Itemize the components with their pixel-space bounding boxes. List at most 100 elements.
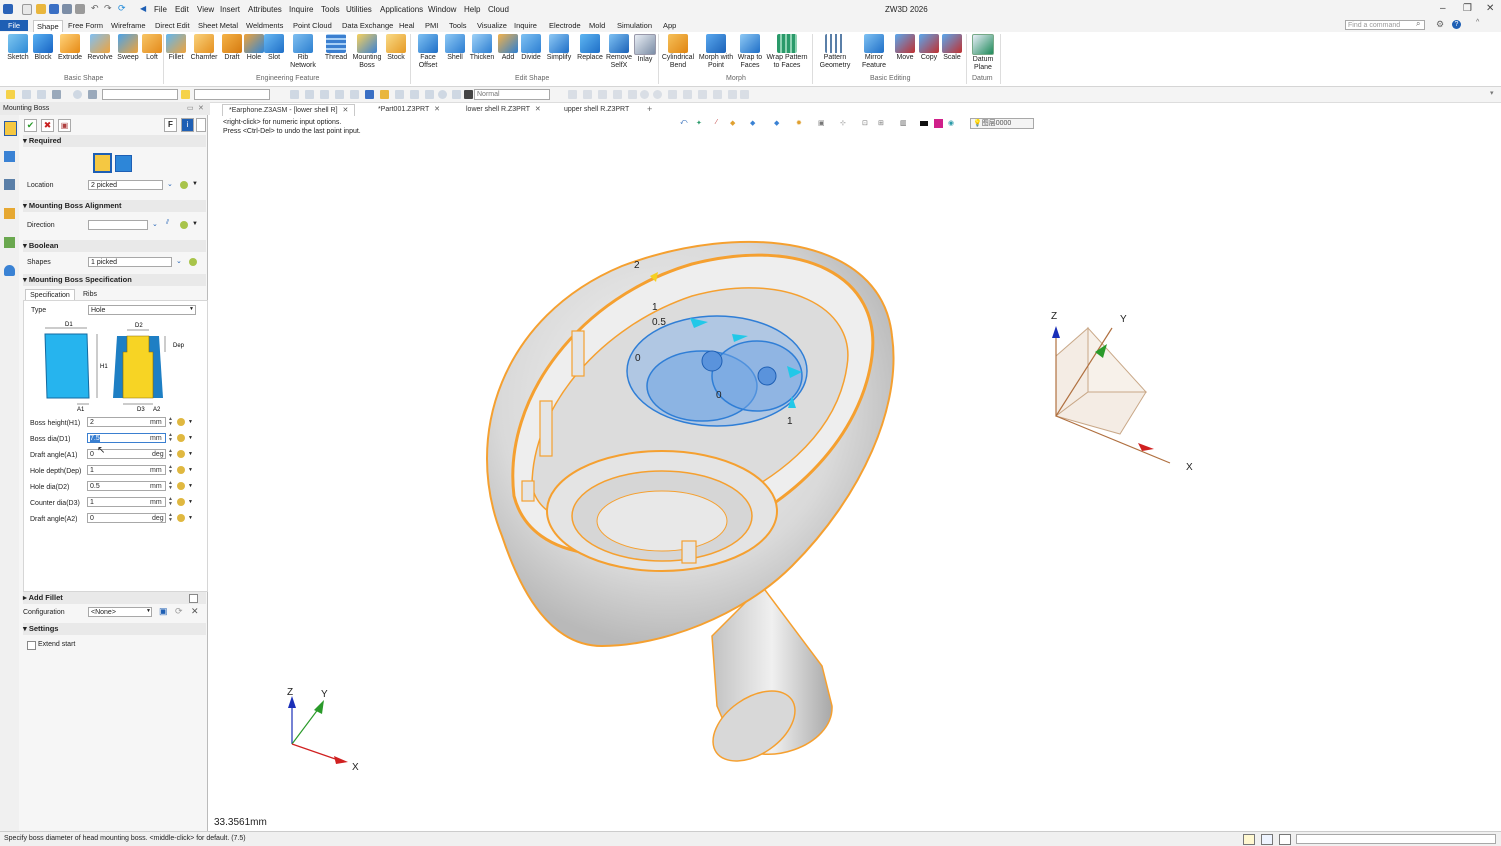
panel-toggle-icon[interactable]: ▾ [1490, 89, 1494, 97]
layout-icon-1[interactable] [1243, 834, 1255, 845]
filter-icon[interactable] [88, 90, 97, 99]
curve-icon-7[interactable] [683, 90, 692, 99]
menu-edit[interactable]: Edit [175, 5, 189, 14]
menu-file[interactable]: File [154, 5, 167, 14]
level-select[interactable] [194, 89, 270, 100]
tab-visualize[interactable]: Visualize [474, 20, 510, 31]
new-tab-icon[interactable]: + [647, 104, 652, 114]
pick-icon[interactable] [177, 482, 185, 490]
dropdown-icon[interactable]: ▼ [192, 221, 198, 227]
view-tool-icon[interactable]: ✦ [696, 119, 702, 127]
morph-with-point-button[interactable]: Morph with Point [697, 34, 735, 70]
snap-icon-7[interactable] [380, 90, 389, 99]
assembly-tree-icon[interactable] [4, 179, 15, 190]
select-arrow-icon[interactable] [6, 90, 15, 99]
tab-file[interactable]: File [0, 20, 28, 31]
spin-down-icon[interactable]: ▼ [168, 422, 173, 427]
pick-icon[interactable] [177, 466, 185, 474]
curve-icon-10[interactable] [728, 90, 737, 99]
panel-pin-icon[interactable]: ▭ [187, 102, 194, 115]
close-icon[interactable]: ✕ [434, 106, 440, 113]
curve-icon-4[interactable] [613, 90, 622, 99]
direction-field[interactable] [88, 220, 148, 230]
slot-button[interactable]: Slot [264, 34, 284, 62]
tab-wireframe[interactable]: Wireframe [108, 20, 149, 31]
tab-data-exchange[interactable]: Data Exchange [339, 20, 396, 31]
extend-start-checkbox[interactable] [27, 641, 36, 650]
menu-cloud[interactable]: Cloud [488, 5, 509, 14]
open-file-icon[interactable] [36, 4, 46, 14]
history-tree-icon[interactable] [4, 151, 15, 162]
replace-button[interactable]: Replace [576, 34, 604, 62]
close-icon[interactable]: ✕ [343, 107, 349, 114]
loft-button[interactable]: Loft [141, 34, 163, 62]
menu-help[interactable]: Help [464, 5, 480, 14]
color-swatch-magenta[interactable] [934, 119, 943, 128]
block-button[interactable]: Block [31, 34, 55, 62]
history-icon[interactable] [438, 90, 447, 99]
fillet-button[interactable]: Fillet [165, 34, 187, 62]
curve-icon-8[interactable] [698, 90, 707, 99]
revolve-button[interactable]: Revolve [86, 34, 114, 62]
section-specification[interactable]: ▾ Mounting Boss Specification [23, 274, 206, 286]
view-tool-icon[interactable]: ⁄ [716, 119, 717, 126]
snap-icon-2[interactable] [305, 90, 314, 99]
layer-field[interactable]: 💡图层0000 [970, 118, 1034, 129]
tab-inquire[interactable]: Inquire [511, 20, 540, 31]
dropdown-icon[interactable]: ▼ [188, 451, 193, 457]
snap-icon-8[interactable] [395, 90, 404, 99]
wrap-pattern-button[interactable]: Wrap Pattern to Faces [765, 34, 809, 70]
chevron-down-icon[interactable]: ⌄ [176, 257, 182, 265]
add-fillet-checkbox[interactable] [189, 594, 198, 603]
menu-utilities[interactable]: Utilities [346, 5, 372, 14]
menu-attributes[interactable]: Attributes [248, 5, 282, 14]
circle-icon[interactable] [640, 90, 649, 99]
dropdown-icon[interactable]: ▼ [188, 499, 193, 505]
view-tool-icon[interactable]: ◆ [730, 119, 735, 127]
spin-down-icon[interactable]: ▼ [168, 502, 173, 507]
viewport[interactable]: <right-click> for numeric input options.… [212, 116, 1501, 831]
pattern-geometry-button[interactable]: Pattern Geometry [816, 34, 854, 70]
ok-button[interactable]: ✔ [24, 119, 37, 132]
divide-button[interactable]: Divide [519, 34, 543, 62]
info-icon[interactable]: i [181, 118, 194, 132]
sketch-button[interactable]: Sketch [5, 34, 31, 62]
spin-down-icon[interactable]: ▼ [168, 470, 173, 475]
thicken-button[interactable]: Thicken [468, 34, 496, 62]
dropdown-icon[interactable]: ▼ [192, 181, 198, 187]
chamfer-button[interactable]: Chamfer [189, 34, 219, 62]
snap-icon-9[interactable] [410, 90, 419, 99]
chevron-down-icon[interactable]: ⌄ [152, 220, 158, 228]
spin-down-icon[interactable]: ▼ [168, 518, 173, 523]
dropdown-icon[interactable]: ▼ [188, 467, 193, 473]
panel-close-icon[interactable]: ✕ [198, 102, 204, 115]
grid-icon[interactable] [452, 90, 461, 99]
curve-icon-3[interactable] [598, 90, 607, 99]
snap-icon-1[interactable] [290, 90, 299, 99]
mirror-feature-button[interactable]: Mirror Feature [858, 34, 890, 70]
spin-down-icon[interactable]: ▼ [168, 438, 173, 443]
menu-inquire[interactable]: Inquire [289, 5, 313, 14]
section-alignment[interactable]: ▾ Mounting Boss Alignment [23, 200, 206, 212]
view-tool-icon[interactable]: ✹ [796, 119, 802, 127]
help-icon[interactable]: ? [1452, 20, 1461, 29]
pick-icon[interactable] [177, 418, 185, 426]
style-select[interactable]: Normal [474, 89, 550, 100]
layer-manager-icon[interactable] [4, 208, 15, 219]
chevron-down-icon[interactable]: ▼ [189, 306, 194, 312]
pick-icon[interactable] [189, 258, 197, 266]
view-tool-icon[interactable]: ◆ [750, 119, 755, 127]
menu-view[interactable]: View [197, 5, 214, 14]
curve-icon-6[interactable] [668, 90, 677, 99]
layout-icon-2[interactable] [1261, 834, 1273, 845]
tab-tools[interactable]: Tools [446, 20, 470, 31]
move-button[interactable]: Move [893, 34, 917, 62]
tab-direct-edit[interactable]: Direct Edit [152, 20, 193, 31]
snap-icon-10[interactable] [425, 90, 434, 99]
shell-button[interactable]: Shell [444, 34, 466, 62]
datum-plane-button[interactable]: Datum Plane [968, 34, 998, 72]
print-icon[interactable] [75, 4, 85, 14]
back-icon[interactable]: ◀ [140, 4, 150, 14]
rotate-icon[interactable] [73, 90, 82, 99]
line-icon[interactable] [37, 90, 46, 99]
